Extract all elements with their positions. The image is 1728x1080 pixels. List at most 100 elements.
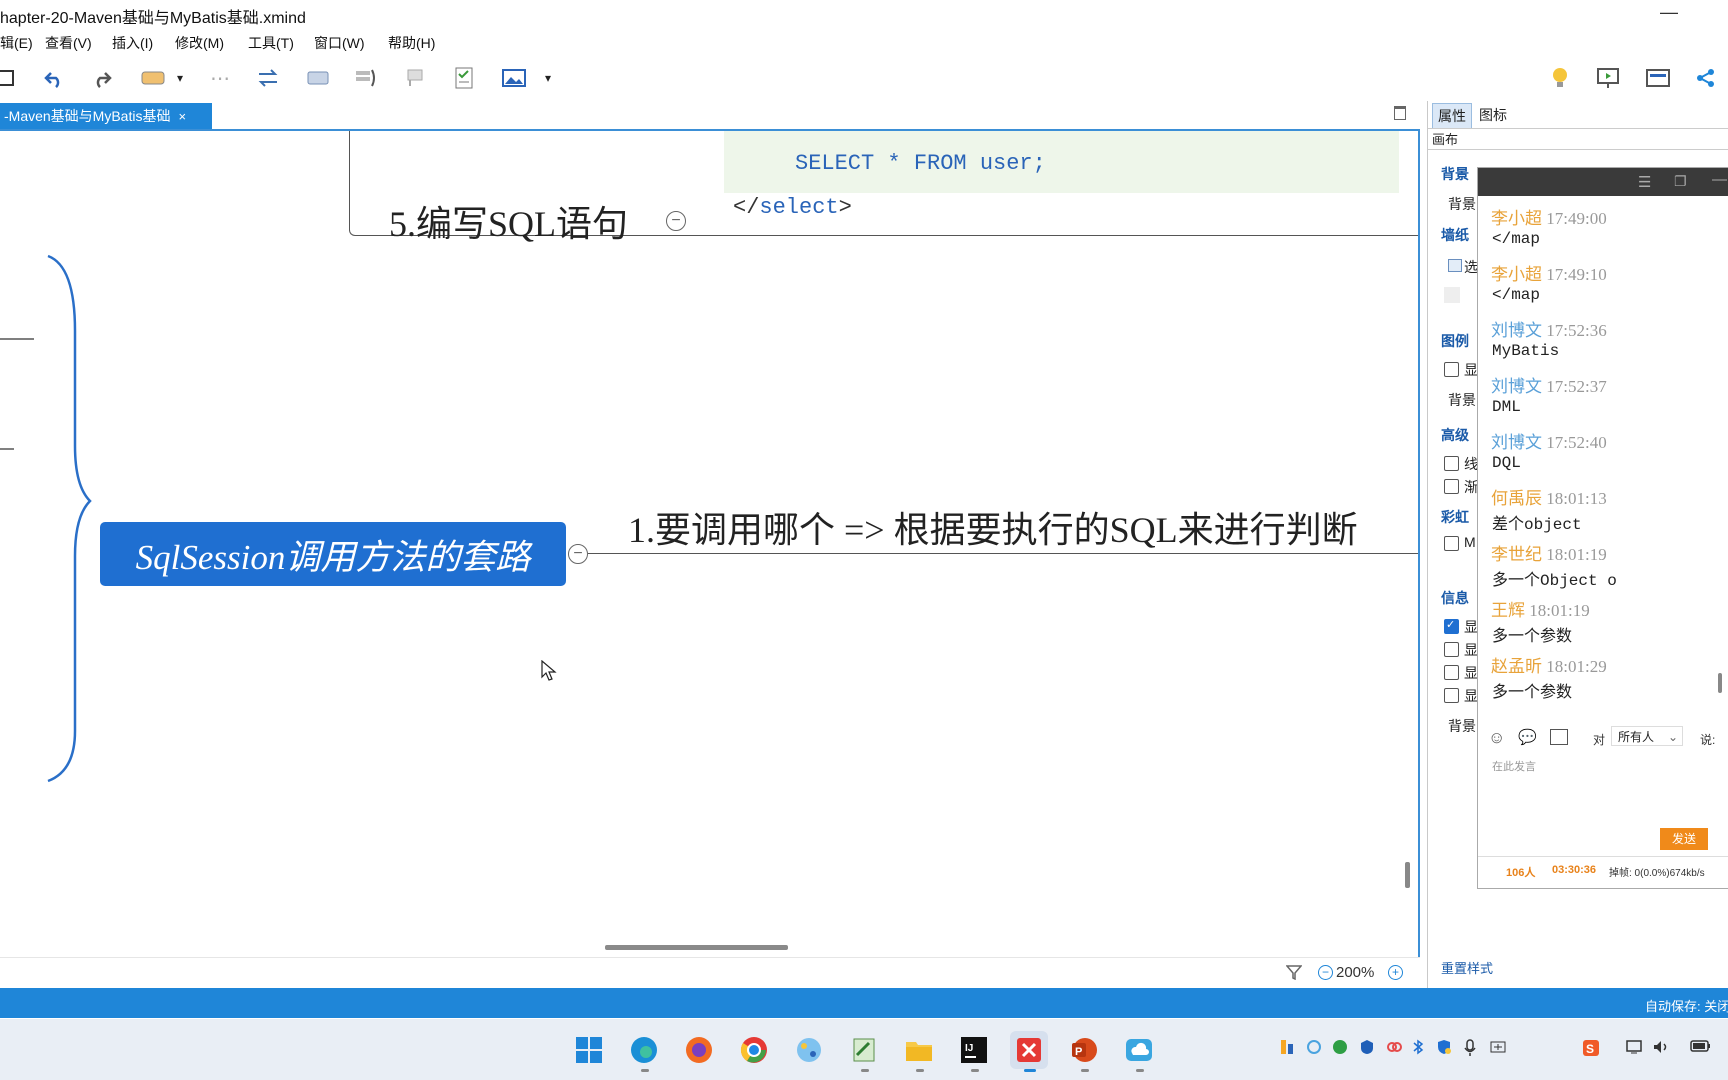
task-icon[interactable] xyxy=(450,64,478,92)
horizontal-scrollbar[interactable] xyxy=(605,945,788,950)
summary-icon[interactable] xyxy=(352,64,380,92)
running-indicator xyxy=(1136,1069,1144,1072)
document-tab[interactable]: -Maven基础与MyBatis基础 × xyxy=(0,103,212,129)
rainbow-checkbox[interactable] xyxy=(1444,536,1459,551)
callout-icon[interactable] xyxy=(400,64,428,92)
idea-bulb-icon[interactable] xyxy=(1546,64,1574,92)
info-checkbox-1[interactable] xyxy=(1444,618,1459,634)
zoom-level[interactable]: 200% xyxy=(1336,964,1374,981)
menu-tools[interactable]: 工具(T) xyxy=(248,33,294,53)
tray-app-icon-3[interactable] xyxy=(1332,1039,1348,1059)
zoom-in-icon[interactable]: + xyxy=(1388,965,1403,980)
restore-icon[interactable]: ❐ xyxy=(1674,173,1687,190)
topic-write-sql[interactable]: 5.编写SQL语句 xyxy=(389,195,628,247)
windows-start-icon[interactable] xyxy=(570,1031,608,1069)
active-indicator xyxy=(1024,1069,1036,1072)
tab-properties[interactable]: 属性 xyxy=(1432,103,1472,128)
section-background[interactable]: 背景 xyxy=(1441,164,1469,184)
menu-help[interactable]: 帮助(H) xyxy=(388,33,435,53)
reset-style-link[interactable]: 重置样式 xyxy=(1441,958,1493,977)
collapse-central-button[interactable]: − xyxy=(568,544,588,564)
vertical-scrollbar[interactable] xyxy=(1405,862,1410,888)
recipient-select[interactable]: 所有人 ⌄ xyxy=(1611,726,1683,746)
topic-icon[interactable] xyxy=(138,64,168,92)
tab-icons[interactable]: 图标 xyxy=(1474,103,1512,127)
undo-icon[interactable] xyxy=(40,64,68,92)
section-rainbow[interactable]: 彩虹 xyxy=(1441,507,1469,527)
wallpaper-item[interactable]: 选 xyxy=(1464,257,1478,277)
chat-scrollbar[interactable] xyxy=(1718,673,1722,693)
display-icon[interactable] xyxy=(1626,1039,1644,1059)
cloud-app-icon[interactable] xyxy=(1120,1031,1158,1069)
minimize-icon[interactable]: — xyxy=(1712,171,1727,188)
section-legend[interactable]: 图例 xyxy=(1441,331,1469,351)
subtopic-which-method[interactable]: 1.要调用哪个 => 根据要执行的SQL来进行判断 xyxy=(628,501,1358,553)
advanced-checkbox-2[interactable] xyxy=(1444,479,1459,494)
emoji-icon[interactable]: ☺ xyxy=(1488,728,1505,748)
firefox-icon[interactable] xyxy=(680,1031,718,1069)
speech-bubble-icon[interactable]: 💬 xyxy=(1518,728,1537,746)
chat-text: 多一个Object o xyxy=(1492,572,1617,590)
central-topic[interactable]: SqlSession调用方法的套路 xyxy=(100,522,566,586)
chat-text: 多一个参数 xyxy=(1492,628,1573,646)
chevron-down-icon[interactable]: ▾ xyxy=(172,64,188,92)
maximize-editor-icon[interactable] xyxy=(1394,106,1406,120)
image-icon[interactable] xyxy=(500,64,528,92)
advanced-checkbox-1[interactable] xyxy=(1444,456,1459,471)
info-checkbox-4[interactable] xyxy=(1444,688,1459,703)
say-label: 说: xyxy=(1700,733,1716,747)
file-explorer-icon[interactable] xyxy=(900,1031,938,1069)
share-icon[interactable] xyxy=(1692,64,1720,92)
menu-modify[interactable]: 修改(M) xyxy=(175,33,224,53)
info-checkbox-3[interactable] xyxy=(1444,665,1459,680)
send-button[interactable]: 发送 xyxy=(1660,828,1708,850)
relationship-icon[interactable]: ⋯ xyxy=(206,64,234,92)
menu-view[interactable]: 查看(V) xyxy=(45,33,92,53)
bluetooth-icon[interactable] xyxy=(1412,1039,1424,1059)
tray-app-icon-4[interactable] xyxy=(1360,1039,1374,1059)
tray-app-icon-5[interactable] xyxy=(1386,1039,1402,1059)
menu-edit[interactable]: 辑(E) xyxy=(0,33,33,53)
legend-checkbox[interactable] xyxy=(1444,362,1459,377)
image-dropdown-icon[interactable]: ▾ xyxy=(540,64,556,92)
battery-icon[interactable] xyxy=(1690,1039,1712,1057)
autosave-status[interactable]: 自动保存: 关闭 xyxy=(1645,996,1728,1015)
security-shield-icon[interactable] xyxy=(1436,1039,1452,1059)
intellij-icon[interactable]: IJ xyxy=(955,1031,993,1069)
section-wallpaper[interactable]: 墙纸 xyxy=(1441,225,1469,245)
volume-icon[interactable] xyxy=(1652,1039,1670,1059)
chrome-icon[interactable] xyxy=(735,1031,773,1069)
paint-app-icon[interactable] xyxy=(790,1031,828,1069)
menu-insert[interactable]: 插入(I) xyxy=(112,33,153,53)
minimize-button[interactable]: — xyxy=(1660,2,1678,23)
edge-browser-icon[interactable] xyxy=(625,1031,663,1069)
collapse-sql-button[interactable]: − xyxy=(666,211,686,231)
notepad-icon[interactable] xyxy=(845,1031,883,1069)
sogou-ime-icon[interactable]: S xyxy=(1582,1039,1600,1061)
save-icon[interactable] xyxy=(0,64,20,92)
label-icon[interactable] xyxy=(304,64,332,92)
zoom-out-icon[interactable]: − xyxy=(1318,965,1333,980)
close-icon[interactable]: × xyxy=(178,109,186,124)
mindmap-canvas[interactable]: SELECT * FROM user; </select> 5.编写SQL语句 … xyxy=(0,129,1420,941)
powerpoint-icon[interactable]: P xyxy=(1065,1031,1103,1069)
info-checkbox-2[interactable] xyxy=(1444,642,1459,657)
menu-icon[interactable]: ☰ xyxy=(1638,173,1651,191)
tray-app-icon-1[interactable] xyxy=(1280,1039,1294,1059)
microphone-icon[interactable] xyxy=(1464,1039,1476,1061)
input-method-icon[interactable] xyxy=(1490,1039,1506,1059)
section-info[interactable]: 信息 xyxy=(1441,588,1469,608)
menu-window[interactable]: 窗口(W) xyxy=(314,33,365,53)
xmind-icon[interactable] xyxy=(1010,1031,1048,1069)
presentation-icon[interactable] xyxy=(1594,64,1622,92)
sync-icon[interactable] xyxy=(254,64,282,92)
tray-app-icon-2[interactable] xyxy=(1306,1039,1322,1059)
section-advanced[interactable]: 高级 xyxy=(1441,425,1469,445)
wallpaper-swatch[interactable] xyxy=(1444,287,1460,303)
picture-icon[interactable] xyxy=(1550,729,1568,745)
filter-icon[interactable] xyxy=(1285,964,1303,984)
layout-icon[interactable] xyxy=(1644,64,1672,92)
redo-icon[interactable] xyxy=(88,64,116,92)
chat-text: DQL xyxy=(1492,454,1521,472)
chat-input[interactable]: 在此发言 xyxy=(1492,758,1536,774)
